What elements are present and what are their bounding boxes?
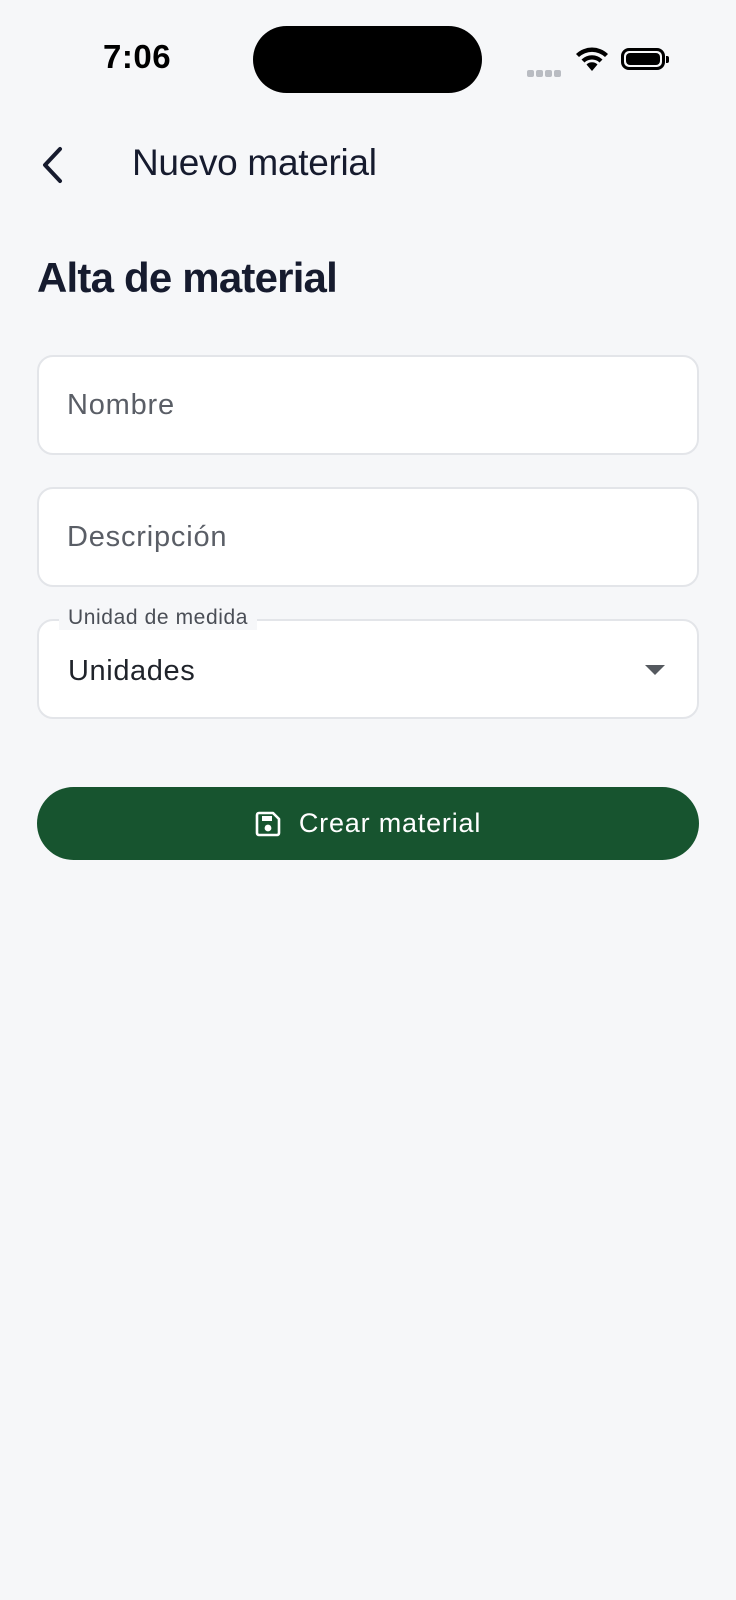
crear-material-button[interactable]: Crear material: [37, 787, 699, 860]
app-bar-title: Nuevo material: [132, 142, 377, 183]
back-button[interactable]: [30, 140, 74, 190]
unidad-de-medida-label: Unidad de medida: [59, 606, 258, 630]
status-time: 7:06: [103, 38, 172, 75]
unidad-de-medida-value: Unidades: [68, 655, 196, 687]
dynamic-island: [253, 26, 482, 93]
wifi-icon: [576, 47, 608, 71]
descripcion-input[interactable]: [39, 489, 697, 585]
save-icon: [255, 811, 281, 836]
nombre-input[interactable]: [39, 357, 697, 453]
descripcion-field-container: [37, 487, 699, 587]
nombre-field-container: [37, 355, 699, 455]
status-bar: 7:06: [0, 0, 736, 110]
unidad-de-medida-select[interactable]: Unidad de medida Unidades: [37, 606, 699, 719]
dropdown-arrow-icon: [645, 665, 665, 675]
page-title: Alta de material: [37, 254, 338, 301]
chevron-left-icon: [43, 147, 62, 183]
cellular-signal-icon: [527, 64, 563, 82]
battery-icon: [621, 48, 669, 70]
crear-material-label: Crear material: [298, 808, 482, 838]
